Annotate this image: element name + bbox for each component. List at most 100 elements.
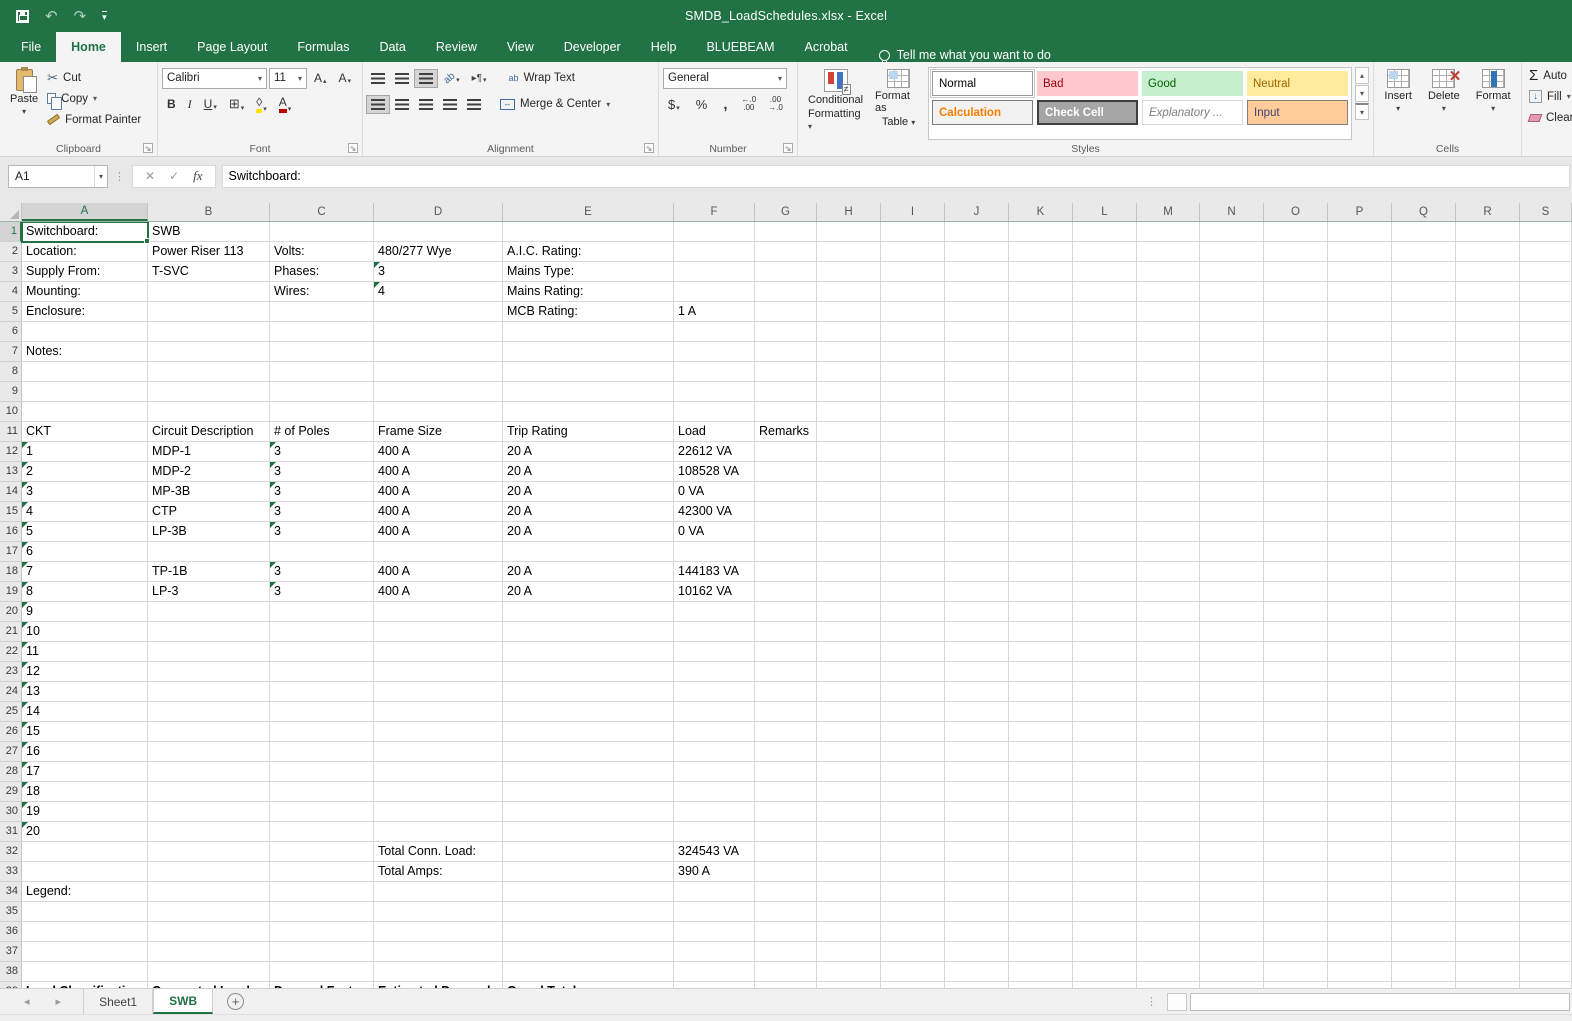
- cell-D12[interactable]: 400 A: [374, 442, 503, 462]
- cell-H37[interactable]: [817, 942, 881, 962]
- cell-H28[interactable]: [817, 762, 881, 782]
- row-header-26[interactable]: 26: [0, 722, 22, 742]
- cell-G22[interactable]: [755, 642, 817, 662]
- cell-A23[interactable]: 12: [22, 662, 148, 682]
- cell-C21[interactable]: [270, 622, 374, 642]
- cell-M30[interactable]: [1137, 802, 1200, 822]
- cell-style-input[interactable]: Input: [1247, 100, 1348, 125]
- column-header-D[interactable]: D: [374, 203, 503, 221]
- cell-P29[interactable]: [1328, 782, 1392, 802]
- cell-F13[interactable]: 108528 VA: [674, 462, 755, 482]
- cell-D22[interactable]: [374, 642, 503, 662]
- cell-D21[interactable]: [374, 622, 503, 642]
- grow-font-button[interactable]: A ▴: [309, 70, 332, 86]
- cell-A11[interactable]: CKT: [22, 422, 148, 442]
- align-left-button[interactable]: [366, 94, 390, 114]
- cell-M20[interactable]: [1137, 602, 1200, 622]
- cell-M19[interactable]: [1137, 582, 1200, 602]
- cell-L14[interactable]: [1073, 482, 1137, 502]
- cell-I10[interactable]: [881, 402, 945, 422]
- cell-B20[interactable]: [148, 602, 270, 622]
- row-header-33[interactable]: 33: [0, 862, 22, 882]
- cell-D10[interactable]: [374, 402, 503, 422]
- row-header-22[interactable]: 22: [0, 642, 22, 662]
- cell-M1[interactable]: [1137, 222, 1200, 242]
- cell-R8[interactable]: [1456, 362, 1520, 382]
- text-direction-button[interactable]: ▸¶ ▾: [467, 72, 492, 85]
- cell-R19[interactable]: [1456, 582, 1520, 602]
- cell-D7[interactable]: [374, 342, 503, 362]
- cell-I15[interactable]: [881, 502, 945, 522]
- cell-E27[interactable]: [503, 742, 674, 762]
- cell-Q13[interactable]: [1392, 462, 1456, 482]
- clear-button[interactable]: Clear: [1526, 107, 1572, 128]
- cell-O34[interactable]: [1264, 882, 1328, 902]
- cell-R27[interactable]: [1456, 742, 1520, 762]
- cell-M4[interactable]: [1137, 282, 1200, 302]
- cell-D15[interactable]: 400 A: [374, 502, 503, 522]
- cell-N25[interactable]: [1200, 702, 1264, 722]
- cell-I19[interactable]: [881, 582, 945, 602]
- cell-G33[interactable]: [755, 862, 817, 882]
- cell-R23[interactable]: [1456, 662, 1520, 682]
- cell-F4[interactable]: [674, 282, 755, 302]
- cell-B33[interactable]: [148, 862, 270, 882]
- cell-J14[interactable]: [945, 482, 1009, 502]
- column-header-N[interactable]: N: [1200, 203, 1264, 221]
- cell-Q36[interactable]: [1392, 922, 1456, 942]
- row-header-3[interactable]: 3: [0, 262, 22, 282]
- cell-B28[interactable]: [148, 762, 270, 782]
- cell-B9[interactable]: [148, 382, 270, 402]
- row-header-5[interactable]: 5: [0, 302, 22, 322]
- cell-C6[interactable]: [270, 322, 374, 342]
- cell-P34[interactable]: [1328, 882, 1392, 902]
- cell-O33[interactable]: [1264, 862, 1328, 882]
- cell-S29[interactable]: [1520, 782, 1572, 802]
- cell-G14[interactable]: [755, 482, 817, 502]
- cell-N5[interactable]: [1200, 302, 1264, 322]
- cell-E36[interactable]: [503, 922, 674, 942]
- cell-M25[interactable]: [1137, 702, 1200, 722]
- cell-L27[interactable]: [1073, 742, 1137, 762]
- cell-I28[interactable]: [881, 762, 945, 782]
- cell-A20[interactable]: 9: [22, 602, 148, 622]
- gallery-scroll-down-icon[interactable]: ▾: [1355, 85, 1369, 102]
- cell-J17[interactable]: [945, 542, 1009, 562]
- cell-C38[interactable]: [270, 962, 374, 982]
- cell-B29[interactable]: [148, 782, 270, 802]
- align-center-button[interactable]: [391, 96, 413, 113]
- cell-O23[interactable]: [1264, 662, 1328, 682]
- cell-N24[interactable]: [1200, 682, 1264, 702]
- cell-A39[interactable]: Load Classification: [22, 982, 148, 988]
- fill-handle[interactable]: [144, 238, 150, 244]
- cell-Q18[interactable]: [1392, 562, 1456, 582]
- cell-S10[interactable]: [1520, 402, 1572, 422]
- cell-B17[interactable]: [148, 542, 270, 562]
- cell-O27[interactable]: [1264, 742, 1328, 762]
- cell-P39[interactable]: [1328, 982, 1392, 988]
- cell-C31[interactable]: [270, 822, 374, 842]
- cell-P15[interactable]: [1328, 502, 1392, 522]
- cell-N8[interactable]: [1200, 362, 1264, 382]
- shrink-font-button[interactable]: A ▾: [334, 70, 357, 86]
- cell-L37[interactable]: [1073, 942, 1137, 962]
- cell-O9[interactable]: [1264, 382, 1328, 402]
- cell-L1[interactable]: [1073, 222, 1137, 242]
- ribbon-tab-formulas[interactable]: Formulas: [282, 32, 364, 62]
- cut-button[interactable]: ✂ Cut: [44, 67, 144, 88]
- cell-L13[interactable]: [1073, 462, 1137, 482]
- cell-H14[interactable]: [817, 482, 881, 502]
- column-header-H[interactable]: H: [817, 203, 881, 221]
- cell-P35[interactable]: [1328, 902, 1392, 922]
- cell-G11[interactable]: Remarks: [755, 422, 817, 442]
- cell-S8[interactable]: [1520, 362, 1572, 382]
- cell-L30[interactable]: [1073, 802, 1137, 822]
- cell-S9[interactable]: [1520, 382, 1572, 402]
- cell-D13[interactable]: 400 A: [374, 462, 503, 482]
- cell-B36[interactable]: [148, 922, 270, 942]
- cell-I33[interactable]: [881, 862, 945, 882]
- cell-D35[interactable]: [374, 902, 503, 922]
- cell-D26[interactable]: [374, 722, 503, 742]
- cell-N27[interactable]: [1200, 742, 1264, 762]
- cell-F9[interactable]: [674, 382, 755, 402]
